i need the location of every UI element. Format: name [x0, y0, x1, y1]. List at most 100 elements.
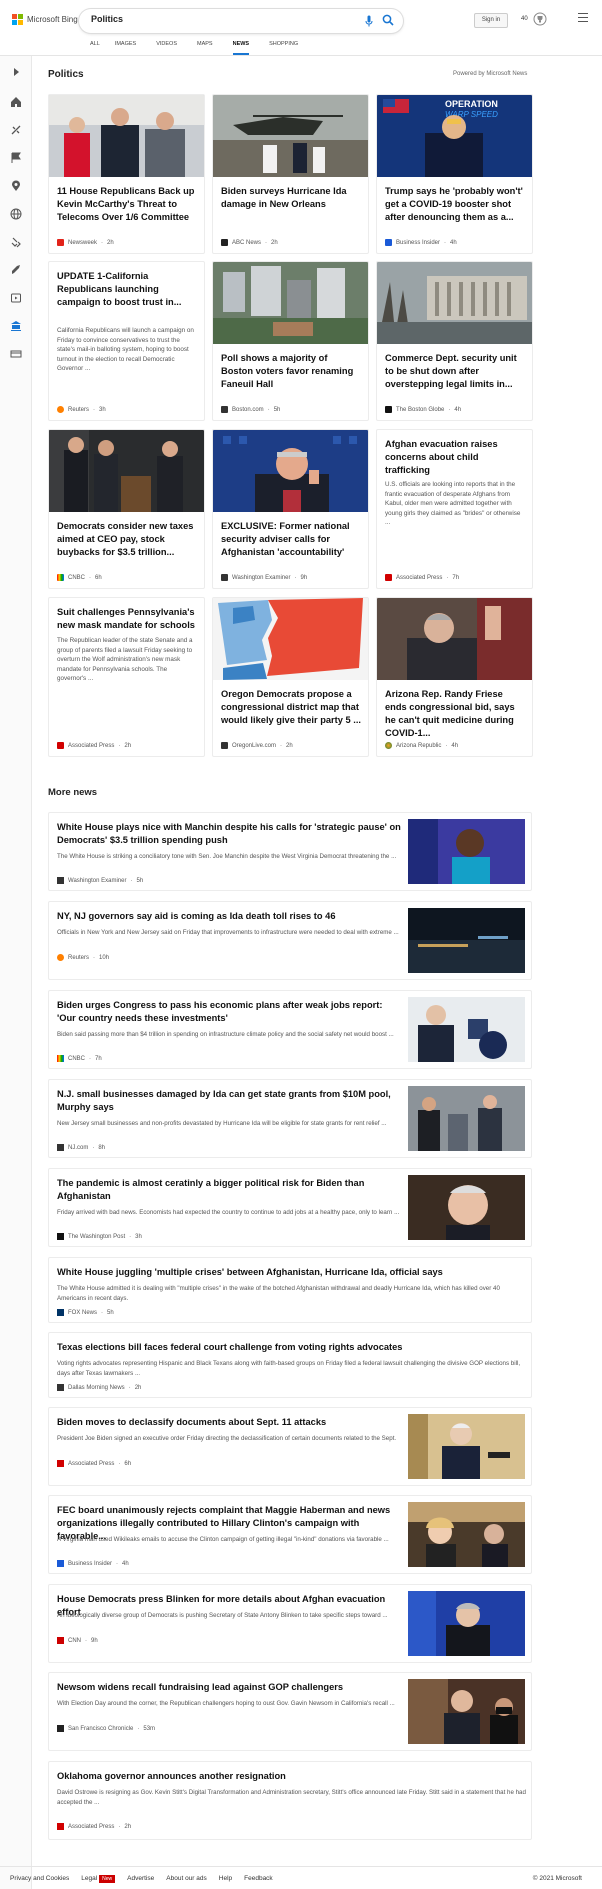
- news-list-item[interactable]: Newsom widens recall fundraising lead ag…: [48, 1672, 532, 1751]
- news-list-item[interactable]: White House juggling 'multiple crises' b…: [48, 1257, 532, 1323]
- news-card-title[interactable]: EXCLUSIVE: Former national security advi…: [221, 520, 362, 559]
- news-card[interactable]: Biden surveys Hurricane Ida damage in Ne…: [212, 94, 369, 254]
- sidebar: [0, 56, 32, 1889]
- rewards-count[interactable]: 40: [521, 16, 528, 22]
- advertise-link[interactable]: Advertise: [127, 1875, 154, 1882]
- news-time: 4h: [454, 406, 462, 413]
- news-card-title[interactable]: Poll shows a majority of Boston voters f…: [221, 352, 362, 391]
- news-list-item[interactable]: FEC board unanimously rejects complaint …: [48, 1495, 532, 1574]
- news-list-item[interactable]: Oklahoma governor announces another resi…: [48, 1761, 532, 1840]
- feedback-link[interactable]: Feedback: [244, 1875, 273, 1882]
- news-list-item[interactable]: N.J. small businesses damaged by Ida can…: [48, 1079, 532, 1158]
- news-card-title[interactable]: Oregon Democrats propose a congressional…: [221, 688, 362, 727]
- news-source: CNBC: [68, 574, 86, 581]
- new-badge: New: [99, 1875, 116, 1883]
- news-title[interactable]: Biden urges Congress to pass his economi…: [57, 999, 402, 1025]
- news-card[interactable]: Oregon Democrats propose a congressional…: [212, 597, 369, 757]
- news-source: The Boston Globe: [396, 406, 445, 413]
- news-card[interactable]: Commerce Dept. security unit to be shut …: [376, 261, 533, 421]
- news-list-item[interactable]: NY, NJ governors say aid is coming as Id…: [48, 901, 532, 980]
- news-card-title[interactable]: UPDATE 1-California Republicans launchin…: [57, 270, 198, 309]
- flag-icon[interactable]: [10, 152, 22, 164]
- location-pin-icon[interactable]: [10, 180, 22, 192]
- news-card-title[interactable]: Trump says he 'probably won't' get a COV…: [385, 185, 526, 224]
- news-card[interactable]: Poll shows a majority of Boston voters f…: [212, 261, 369, 421]
- news-title[interactable]: White House juggling 'multiple crises' b…: [57, 1266, 527, 1279]
- tab-images[interactable]: IMAGES: [115, 41, 136, 55]
- entertainment-icon[interactable]: [10, 292, 22, 304]
- news-time: 3h: [99, 406, 106, 413]
- money-icon[interactable]: [10, 348, 22, 360]
- news-card-title[interactable]: Democrats consider new taxes aimed at CE…: [57, 520, 198, 559]
- business-insider-logo-icon: [385, 239, 392, 246]
- sign-in-button[interactable]: Sign in: [474, 13, 508, 28]
- search-box[interactable]: [79, 9, 403, 33]
- news-list-item[interactable]: White House plays nice with Manchin desp…: [48, 812, 532, 891]
- news-list-item[interactable]: Texas elections bill faces federal court…: [48, 1332, 532, 1398]
- news-card-title[interactable]: Biden surveys Hurricane Ida damage in Ne…: [221, 185, 362, 211]
- news-card[interactable]: UPDATE 1-California Republicans launchin…: [48, 261, 205, 421]
- science-icon[interactable]: [10, 236, 22, 248]
- news-list-item[interactable]: House Democrats press Blinken for more d…: [48, 1584, 532, 1663]
- news-title[interactable]: White House plays nice with Manchin desp…: [57, 821, 402, 847]
- news-card[interactable]: OPERATION WARP SPEED Trump says he 'proba…: [376, 94, 533, 254]
- news-thumbnail: [408, 1086, 525, 1151]
- bing-logo[interactable]: Microsoft Bing: [12, 14, 78, 25]
- news-card-title[interactable]: Afghan evacuation raises concerns about …: [385, 438, 526, 477]
- privacy-link[interactable]: Privacy and Cookies: [10, 1875, 69, 1882]
- tab-shopping[interactable]: SHOPPING: [269, 41, 298, 55]
- home-icon[interactable]: [10, 96, 22, 108]
- news-card-title[interactable]: Arizona Rep. Randy Friese ends congressi…: [385, 688, 526, 740]
- news-title[interactable]: Newsom widens recall fundraising lead ag…: [57, 1681, 402, 1694]
- news-card-title[interactable]: Suit challenges Pennsylvania's new mask …: [57, 606, 198, 632]
- search-icon[interactable]: [382, 14, 394, 26]
- news-list-item[interactable]: The pandemic is almost ceratinly a bigge…: [48, 1168, 532, 1247]
- fox-news-logo-icon: [57, 1309, 64, 1316]
- news-card-title[interactable]: Commerce Dept. security unit to be shut …: [385, 352, 526, 391]
- politics-icon[interactable]: [10, 320, 22, 332]
- news-time: 6h: [124, 1460, 132, 1467]
- reuters-logo-icon: [57, 954, 64, 961]
- news-source: The Washington Post: [68, 1233, 126, 1240]
- search-input[interactable]: [91, 14, 331, 24]
- expand-chevron-icon[interactable]: [10, 66, 22, 78]
- about-ads-link[interactable]: About our ads: [166, 1875, 206, 1882]
- news-card[interactable]: Democrats consider new taxes aimed at CE…: [48, 429, 205, 589]
- svg-text:OPERATION: OPERATION: [445, 99, 498, 109]
- sports-icon[interactable]: [10, 124, 22, 136]
- news-list-item[interactable]: Biden moves to declassify documents abou…: [48, 1407, 532, 1486]
- legal-link[interactable]: Legal: [81, 1875, 97, 1882]
- help-link[interactable]: Help: [219, 1875, 232, 1882]
- microphone-icon[interactable]: [365, 15, 373, 27]
- news-source: Reuters: [68, 954, 90, 961]
- news-snippet: With Election Day around the corner, the…: [57, 1700, 395, 1707]
- tab-news[interactable]: NEWS: [232, 41, 249, 55]
- news-card[interactable]: EXCLUSIVE: Former national security advi…: [212, 429, 369, 589]
- news-list-item[interactable]: Biden urges Congress to pass his economi…: [48, 990, 532, 1069]
- news-title[interactable]: N.J. small businesses damaged by Ida can…: [57, 1088, 402, 1114]
- news-thumbnail: [49, 430, 204, 512]
- associated-press-logo-icon: [385, 574, 392, 581]
- news-card[interactable]: Afghan evacuation raises concerns about …: [376, 429, 533, 589]
- news-title[interactable]: The pandemic is almost ceratinly a bigge…: [57, 1177, 402, 1203]
- tab-all[interactable]: ALL: [90, 41, 100, 55]
- news-source: Newsweek: [68, 239, 98, 246]
- news-time: 5h: [273, 406, 281, 413]
- news-title[interactable]: Biden moves to declassify documents abou…: [57, 1416, 402, 1429]
- news-card[interactable]: 11 House Republicans Back up Kevin McCar…: [48, 94, 205, 254]
- news-card-snippet: U.S. officials are looking into reports …: [385, 481, 521, 526]
- rocket-icon[interactable]: [10, 264, 22, 276]
- news-title[interactable]: Texas elections bill faces federal court…: [57, 1341, 527, 1354]
- news-thumbnail: [408, 997, 525, 1062]
- menu-icon[interactable]: [578, 13, 588, 23]
- copyright: © 2021 Microsoft: [532, 1875, 582, 1882]
- news-title[interactable]: Oklahoma governor announces another resi…: [57, 1770, 527, 1783]
- globe-icon[interactable]: [10, 208, 22, 220]
- news-title[interactable]: NY, NJ governors say aid is coming as Id…: [57, 910, 402, 923]
- tab-maps[interactable]: MAPS: [197, 41, 213, 55]
- tab-videos[interactable]: VIDEOS: [156, 41, 177, 55]
- news-card-title[interactable]: 11 House Republicans Back up Kevin McCar…: [57, 185, 198, 224]
- rewards-trophy-icon[interactable]: [533, 12, 547, 26]
- news-card[interactable]: Arizona Rep. Randy Friese ends congressi…: [376, 597, 533, 757]
- news-card[interactable]: Suit challenges Pennsylvania's new mask …: [48, 597, 205, 757]
